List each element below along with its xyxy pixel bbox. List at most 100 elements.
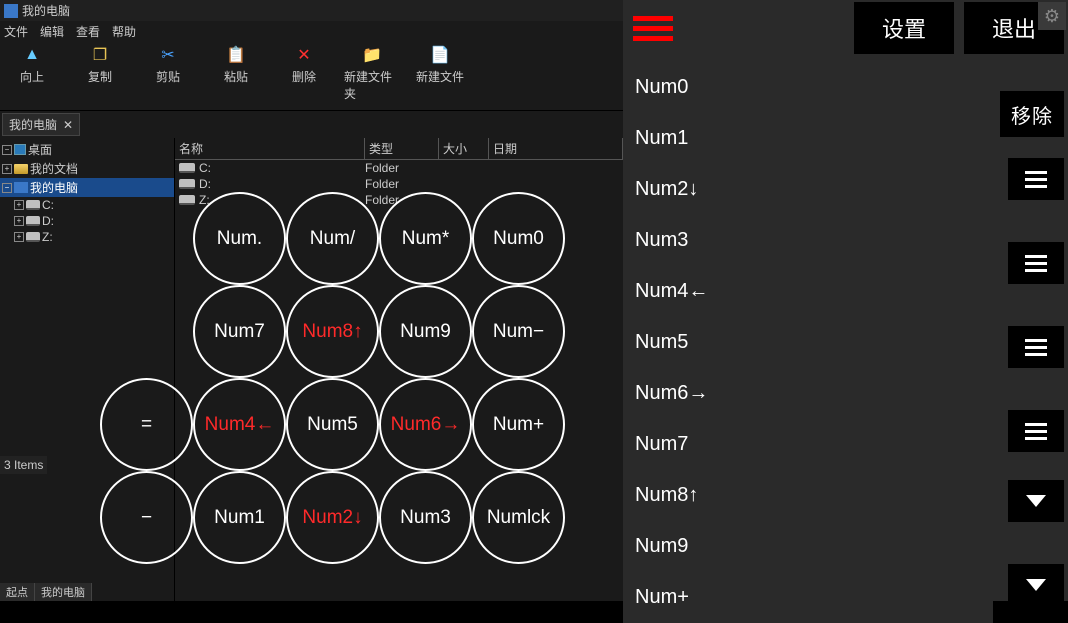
numpad-key[interactable]: Num5 xyxy=(286,378,379,471)
toolbar-nf-button[interactable]: 📁新建文件夹 xyxy=(344,46,400,102)
numpad-key[interactable]: Num6→ xyxy=(379,378,472,471)
col-type[interactable]: 类型 xyxy=(365,138,439,159)
dropdown-button[interactable] xyxy=(1008,564,1064,606)
chevron-down-icon xyxy=(1026,579,1046,591)
numpad-option[interactable]: Num2↓ xyxy=(635,164,993,215)
numpad-option[interactable]: Num9 xyxy=(635,521,993,572)
numpad-key[interactable]: Num+ xyxy=(472,378,565,471)
col-name[interactable]: 名称 xyxy=(175,138,365,159)
numpad-option[interactable]: Num7 xyxy=(635,419,993,470)
numpad-option[interactable]: Num1 xyxy=(635,113,993,164)
col-size[interactable]: 大小 xyxy=(439,138,489,159)
chevron-down-icon xyxy=(1026,495,1046,507)
list-item[interactable]: C:Folder xyxy=(175,160,623,176)
numpad-key[interactable]: Num. xyxy=(193,192,286,285)
status-bar: 3 Items xyxy=(0,456,47,474)
drag-handle-button[interactable] xyxy=(1008,410,1064,452)
numpad-key[interactable]: Num4← xyxy=(193,378,286,471)
toolbar-label: 新建文件 xyxy=(416,68,464,85)
drag-handle-icon xyxy=(1025,423,1047,440)
drag-handle-button[interactable] xyxy=(1008,158,1064,200)
menu-item[interactable]: 文件 xyxy=(4,23,28,40)
list-item[interactable]: D:Folder xyxy=(175,176,623,192)
drag-handle-button[interactable] xyxy=(1008,326,1064,368)
tree-node[interactable]: + 我的文档 xyxy=(0,159,174,178)
drv-icon xyxy=(26,200,40,210)
toolbar-paste-button[interactable]: 📋粘贴 xyxy=(208,46,264,102)
computer-icon xyxy=(4,4,18,18)
numpad-options-list[interactable]: Num0Num1Num2↓Num3Num4←Num5Num6→Num7Num8↑… xyxy=(623,56,993,623)
tree-node[interactable]: − 桌面 xyxy=(0,140,174,159)
footer-tab[interactable]: 我的电脑 xyxy=(35,583,92,601)
menu-item[interactable]: 帮助 xyxy=(112,23,136,40)
tree-label: C: xyxy=(42,198,54,212)
expand-icon[interactable]: + xyxy=(14,232,24,242)
tab-label: 我的电脑 xyxy=(9,116,57,133)
numpad-option[interactable]: Num8↑ xyxy=(635,470,993,521)
list-header: 名称 类型 大小 日期 xyxy=(175,138,623,160)
expand-icon[interactable]: + xyxy=(14,200,24,210)
numpad-option[interactable]: Num0 xyxy=(635,62,993,113)
item-type: Folder xyxy=(365,177,439,191)
numpad-key[interactable]: Num1 xyxy=(193,471,286,564)
dkt-icon xyxy=(14,144,26,155)
dropdown-button[interactable] xyxy=(1008,480,1064,522)
footer-tab[interactable]: 起点 xyxy=(0,583,35,601)
numpad-key[interactable]: = xyxy=(100,378,193,471)
numpad-option[interactable]: Num4← xyxy=(635,266,993,317)
numpad-option[interactable]: Num3 xyxy=(635,215,993,266)
menu-item[interactable]: 编辑 xyxy=(40,23,64,40)
remove-label: 移除 xyxy=(1011,100,1053,129)
toolbar-label: 粘贴 xyxy=(224,68,248,85)
close-icon[interactable]: ✕ xyxy=(63,118,73,132)
numpad-key[interactable]: Numlck xyxy=(472,471,565,564)
toolbar-cut-button[interactable]: ✂剪贴 xyxy=(140,46,196,102)
drag-handle-button[interactable] xyxy=(1008,242,1064,284)
toolbar-label: 向上 xyxy=(20,68,44,85)
remove-button[interactable]: 移除 xyxy=(1000,91,1064,137)
numpad-option[interactable]: Num6→ xyxy=(635,368,993,419)
item-name: C: xyxy=(199,161,211,175)
numpad-key[interactable]: Num2↓ xyxy=(286,471,379,564)
toolbar-label: 复制 xyxy=(88,68,112,85)
hamburger-icon[interactable] xyxy=(633,16,673,41)
drag-handle-icon xyxy=(1025,339,1047,356)
numpad-key[interactable]: − xyxy=(100,471,193,564)
tab-my-computer[interactable]: 我的电脑 ✕ xyxy=(2,113,80,136)
gear-icon[interactable]: ⚙ xyxy=(1038,2,1066,30)
numpad-key[interactable]: Num9 xyxy=(379,285,472,378)
col-date[interactable]: 日期 xyxy=(489,138,623,159)
numpad-key[interactable]: Num7 xyxy=(193,285,286,378)
tree-label: 我的文档 xyxy=(30,160,78,177)
drag-handle-icon xyxy=(1025,171,1047,188)
menu-bar: 文件编辑查看帮助 xyxy=(0,21,623,42)
numpad-key[interactable]: Num8↑ xyxy=(286,285,379,378)
expand-icon[interactable]: − xyxy=(2,145,12,155)
drv-icon xyxy=(26,216,40,226)
expand-icon[interactable]: + xyxy=(2,164,12,174)
toolbar-nf-button[interactable]: 📄新建文件 xyxy=(412,46,468,102)
expand-icon[interactable]: + xyxy=(14,216,24,226)
menu-item[interactable]: 查看 xyxy=(76,23,100,40)
numpad-option[interactable]: Num5 xyxy=(635,317,993,368)
toolbar-label: 新建文件夹 xyxy=(344,68,400,102)
numpad-key[interactable]: Num0 xyxy=(472,192,565,285)
numpad-option[interactable]: Num+ xyxy=(635,572,993,623)
up-icon: ▲ xyxy=(23,46,41,64)
drive-icon xyxy=(179,179,195,189)
tree-label: 桌面 xyxy=(28,141,52,158)
tree-label: 我的电脑 xyxy=(30,179,78,196)
toolbar-del-button[interactable]: ✕删除 xyxy=(276,46,332,102)
settings-button[interactable]: 设置 xyxy=(854,2,954,54)
toolbar-up-button[interactable]: ▲ 向上 xyxy=(4,46,60,102)
expand-icon[interactable]: − xyxy=(2,183,12,193)
numpad-key[interactable]: Num− xyxy=(472,285,565,378)
toolbar-copy-button[interactable]: ❐ 复制 xyxy=(72,46,128,102)
fld-icon xyxy=(14,164,28,174)
tree-label: Z: xyxy=(42,230,53,244)
numpad-key[interactable]: Num/ xyxy=(286,192,379,285)
numpad-key[interactable]: Num3 xyxy=(379,471,472,564)
numpad-key[interactable]: Num* xyxy=(379,192,472,285)
virtual-numpad: Num.Num/Num*Num0Num7Num8↑Num9Num−=Num4←N… xyxy=(100,192,565,564)
copy-icon: ❐ xyxy=(91,46,109,64)
